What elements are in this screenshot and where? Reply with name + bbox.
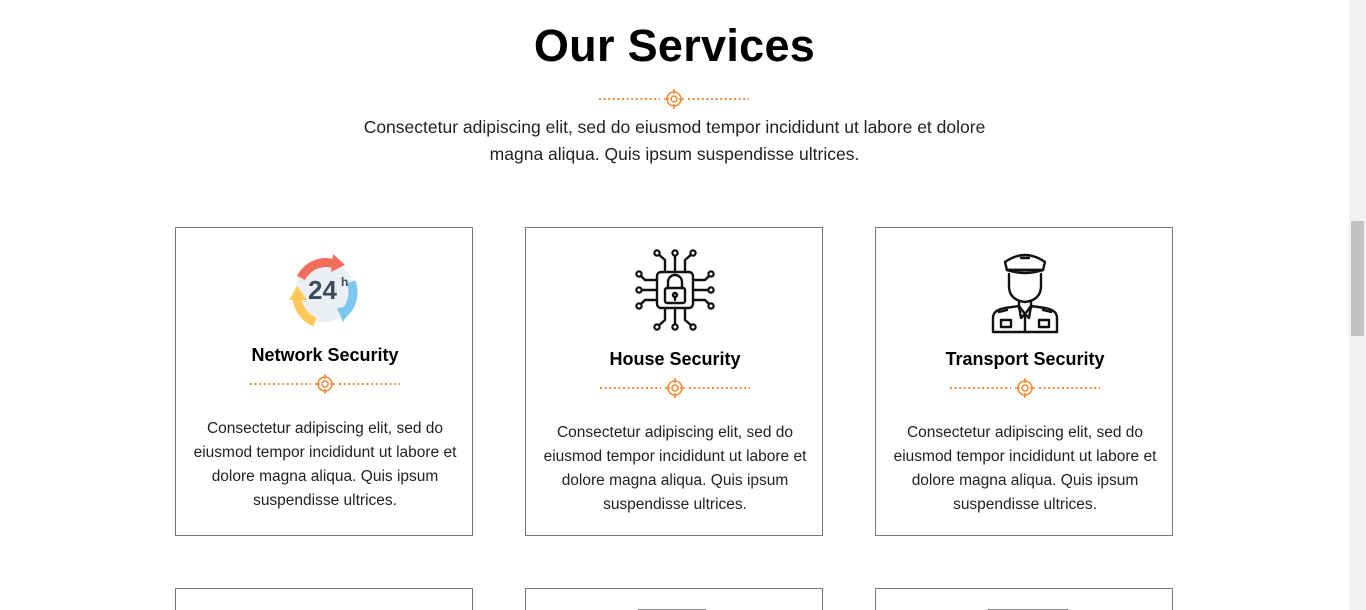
svg-text:h: h — [341, 275, 348, 289]
service-card-house-security[interactable]: House Security Consectetur adipiscing el… — [525, 227, 823, 536]
section-subtitle: Consectetur adipiscing elit, sed do eius… — [363, 117, 986, 164]
crosshair-divider-icon — [950, 378, 1100, 398]
service-description: Consectetur adipiscing elit, sed do eius… — [893, 424, 1157, 513]
service-card-partial[interactable] — [525, 588, 823, 610]
service-description: Consectetur adipiscing elit, sed do eius… — [193, 420, 457, 509]
service-title: House Security — [609, 349, 741, 369]
page-title: Our Services — [533, 20, 816, 71]
crosshair-divider-icon — [599, 89, 749, 109]
crosshair-divider-icon — [600, 378, 750, 398]
scrollbar-thumb[interactable] — [1351, 221, 1364, 336]
service-card-network-security[interactable]: 24 h Network Security Consectetur adipis… — [175, 227, 473, 536]
svg-text:24: 24 — [308, 275, 337, 305]
service-title: Transport Security — [945, 349, 1105, 369]
circuit-lock-icon — [635, 249, 715, 331]
crosshair-divider-icon — [250, 374, 400, 394]
service-card-transport-security[interactable]: Transport Security Consectetur adipiscin… — [875, 227, 1173, 536]
service-card-partial[interactable] — [875, 588, 1173, 610]
service-card-partial[interactable] — [175, 588, 473, 610]
service-title: Network Security — [251, 345, 399, 365]
services-section: Our Services Consectetur adipiscing elit… — [0, 0, 1349, 610]
security-guard-icon — [991, 253, 1059, 334]
service-description: Consectetur adipiscing elit, sed do eius… — [543, 424, 807, 513]
24h-support-icon: 24 h — [289, 254, 358, 327]
